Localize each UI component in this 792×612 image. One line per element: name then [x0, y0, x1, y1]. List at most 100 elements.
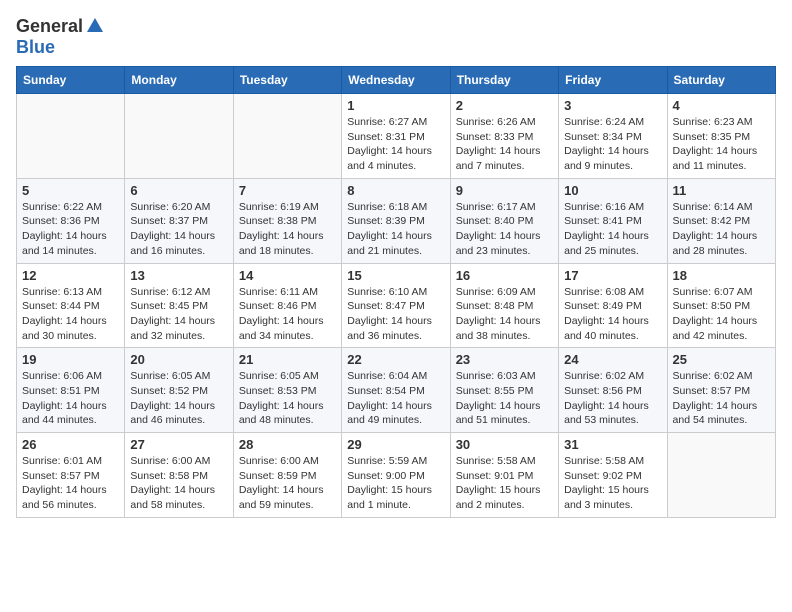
day-info: Sunrise: 5:58 AM Sunset: 9:01 PM Dayligh… [456, 454, 553, 513]
day-number: 20 [130, 352, 227, 367]
day-number: 30 [456, 437, 553, 452]
calendar-cell: 16 Sunrise: 6:09 AM Sunset: 8:48 PM Dayli… [450, 263, 558, 348]
logo: General Blue [16, 16, 105, 58]
calendar-cell: 21 Sunrise: 6:05 AM Sunset: 8:53 PM Dayli… [233, 348, 341, 433]
calendar-cell: 28 Sunrise: 6:00 AM Sunset: 8:59 PM Dayli… [233, 433, 341, 518]
day-number: 4 [673, 98, 770, 113]
day-number: 8 [347, 183, 444, 198]
day-info: Sunrise: 6:05 AM Sunset: 8:52 PM Dayligh… [130, 369, 227, 428]
calendar-day-header: Monday [125, 67, 233, 94]
day-number: 10 [564, 183, 661, 198]
day-info: Sunrise: 6:18 AM Sunset: 8:39 PM Dayligh… [347, 200, 444, 259]
day-number: 3 [564, 98, 661, 113]
calendar-cell: 5Sunrise: 6:22 AM Sunset: 8:36 PM Daylig… [17, 178, 125, 263]
calendar-day-header: Wednesday [342, 67, 450, 94]
calendar-cell: 10 Sunrise: 6:16 AM Sunset: 8:41 PM Dayli… [559, 178, 667, 263]
calendar-cell: 4 Sunrise: 6:23 AM Sunset: 8:35 PM Daylig… [667, 94, 775, 179]
calendar-cell [17, 94, 125, 179]
day-info: Sunrise: 6:14 AM Sunset: 8:42 PM Dayligh… [673, 200, 770, 259]
calendar-day-header: Saturday [667, 67, 775, 94]
day-info: Sunrise: 6:20 AM Sunset: 8:37 PM Dayligh… [130, 200, 227, 259]
day-number: 25 [673, 352, 770, 367]
day-number: 22 [347, 352, 444, 367]
page-header: General Blue [16, 16, 776, 58]
day-info: Sunrise: 6:24 AM Sunset: 8:34 PM Dayligh… [564, 115, 661, 174]
day-number: 11 [673, 183, 770, 198]
calendar-cell: 19 Sunrise: 6:06 AM Sunset: 8:51 PM Dayli… [17, 348, 125, 433]
day-number: 17 [564, 268, 661, 283]
day-info: Sunrise: 6:07 AM Sunset: 8:50 PM Dayligh… [673, 285, 770, 344]
day-number: 14 [239, 268, 336, 283]
day-number: 26 [22, 437, 119, 452]
day-info: Sunrise: 6:09 AM Sunset: 8:48 PM Dayligh… [456, 285, 553, 344]
day-number: 21 [239, 352, 336, 367]
calendar-cell [667, 433, 775, 518]
day-number: 12 [22, 268, 119, 283]
day-info: Sunrise: 6:17 AM Sunset: 8:40 PM Dayligh… [456, 200, 553, 259]
logo-general-text: General [16, 16, 83, 37]
day-info: Sunrise: 6:00 AM Sunset: 8:58 PM Dayligh… [130, 454, 227, 513]
day-info: Sunrise: 6:03 AM Sunset: 8:55 PM Dayligh… [456, 369, 553, 428]
day-number: 29 [347, 437, 444, 452]
day-info: Sunrise: 6:12 AM Sunset: 8:45 PM Dayligh… [130, 285, 227, 344]
day-info: Sunrise: 6:16 AM Sunset: 8:41 PM Dayligh… [564, 200, 661, 259]
calendar-cell: 11 Sunrise: 6:14 AM Sunset: 8:42 PM Dayli… [667, 178, 775, 263]
calendar-cell: 1 Sunrise: 6:27 AM Sunset: 8:31 PM Daylig… [342, 94, 450, 179]
day-number: 31 [564, 437, 661, 452]
calendar-cell: 9 Sunrise: 6:17 AM Sunset: 8:40 PM Daylig… [450, 178, 558, 263]
calendar-week-row: 5Sunrise: 6:22 AM Sunset: 8:36 PM Daylig… [17, 178, 776, 263]
day-info: Sunrise: 6:04 AM Sunset: 8:54 PM Dayligh… [347, 369, 444, 428]
calendar-cell: 18Sunrise: 6:07 AM Sunset: 8:50 PM Dayli… [667, 263, 775, 348]
day-info: Sunrise: 6:01 AM Sunset: 8:57 PM Dayligh… [22, 454, 119, 513]
calendar-cell: 14 Sunrise: 6:11 AM Sunset: 8:46 PM Dayli… [233, 263, 341, 348]
day-number: 27 [130, 437, 227, 452]
day-info: Sunrise: 6:02 AM Sunset: 8:56 PM Dayligh… [564, 369, 661, 428]
calendar-week-row: 12 Sunrise: 6:13 AM Sunset: 8:44 PM Dayli… [17, 263, 776, 348]
calendar-cell: 12 Sunrise: 6:13 AM Sunset: 8:44 PM Dayli… [17, 263, 125, 348]
day-number: 28 [239, 437, 336, 452]
calendar-week-row: 1 Sunrise: 6:27 AM Sunset: 8:31 PM Daylig… [17, 94, 776, 179]
calendar-cell: 25 Sunrise: 6:02 AM Sunset: 8:57 PM Dayli… [667, 348, 775, 433]
day-info: Sunrise: 6:08 AM Sunset: 8:49 PM Dayligh… [564, 285, 661, 344]
logo-blue-text: Blue [16, 37, 55, 58]
calendar-cell [125, 94, 233, 179]
day-number: 1 [347, 98, 444, 113]
calendar-cell: 22 Sunrise: 6:04 AM Sunset: 8:54 PM Dayli… [342, 348, 450, 433]
day-info: Sunrise: 6:06 AM Sunset: 8:51 PM Dayligh… [22, 369, 119, 428]
calendar-day-header: Sunday [17, 67, 125, 94]
calendar-cell: 8 Sunrise: 6:18 AM Sunset: 8:39 PM Daylig… [342, 178, 450, 263]
calendar-cell: 26 Sunrise: 6:01 AM Sunset: 8:57 PM Dayli… [17, 433, 125, 518]
day-info: Sunrise: 6:27 AM Sunset: 8:31 PM Dayligh… [347, 115, 444, 174]
day-info: Sunrise: 6:11 AM Sunset: 8:46 PM Dayligh… [239, 285, 336, 344]
calendar-cell: 29Sunrise: 5:59 AM Sunset: 9:00 PM Dayli… [342, 433, 450, 518]
day-number: 9 [456, 183, 553, 198]
day-info: Sunrise: 6:10 AM Sunset: 8:47 PM Dayligh… [347, 285, 444, 344]
day-info: Sunrise: 6:05 AM Sunset: 8:53 PM Dayligh… [239, 369, 336, 428]
day-info: Sunrise: 6:19 AM Sunset: 8:38 PM Dayligh… [239, 200, 336, 259]
calendar-day-header: Thursday [450, 67, 558, 94]
calendar-week-row: 19 Sunrise: 6:06 AM Sunset: 8:51 PM Dayli… [17, 348, 776, 433]
day-number: 19 [22, 352, 119, 367]
day-info: Sunrise: 6:02 AM Sunset: 8:57 PM Dayligh… [673, 369, 770, 428]
day-info: Sunrise: 6:23 AM Sunset: 8:35 PM Dayligh… [673, 115, 770, 174]
calendar-cell: 3 Sunrise: 6:24 AM Sunset: 8:34 PM Daylig… [559, 94, 667, 179]
calendar-cell: 6 Sunrise: 6:20 AM Sunset: 8:37 PM Daylig… [125, 178, 233, 263]
day-number: 7 [239, 183, 336, 198]
day-number: 2 [456, 98, 553, 113]
day-number: 6 [130, 183, 227, 198]
calendar-cell: 7 Sunrise: 6:19 AM Sunset: 8:38 PM Daylig… [233, 178, 341, 263]
calendar-cell [233, 94, 341, 179]
day-info: Sunrise: 6:00 AM Sunset: 8:59 PM Dayligh… [239, 454, 336, 513]
calendar-week-row: 26 Sunrise: 6:01 AM Sunset: 8:57 PM Dayli… [17, 433, 776, 518]
calendar-cell: 30 Sunrise: 5:58 AM Sunset: 9:01 PM Dayli… [450, 433, 558, 518]
calendar-table: SundayMondayTuesdayWednesdayThursdayFrid… [16, 66, 776, 518]
day-number: 23 [456, 352, 553, 367]
day-number: 13 [130, 268, 227, 283]
day-info: Sunrise: 6:26 AM Sunset: 8:33 PM Dayligh… [456, 115, 553, 174]
day-info: Sunrise: 6:13 AM Sunset: 8:44 PM Dayligh… [22, 285, 119, 344]
calendar-cell: 2 Sunrise: 6:26 AM Sunset: 8:33 PM Daylig… [450, 94, 558, 179]
calendar-cell: 17 Sunrise: 6:08 AM Sunset: 8:49 PM Dayli… [559, 263, 667, 348]
day-number: 16 [456, 268, 553, 283]
calendar-cell: 15 Sunrise: 6:10 AM Sunset: 8:47 PM Dayli… [342, 263, 450, 348]
day-number: 15 [347, 268, 444, 283]
